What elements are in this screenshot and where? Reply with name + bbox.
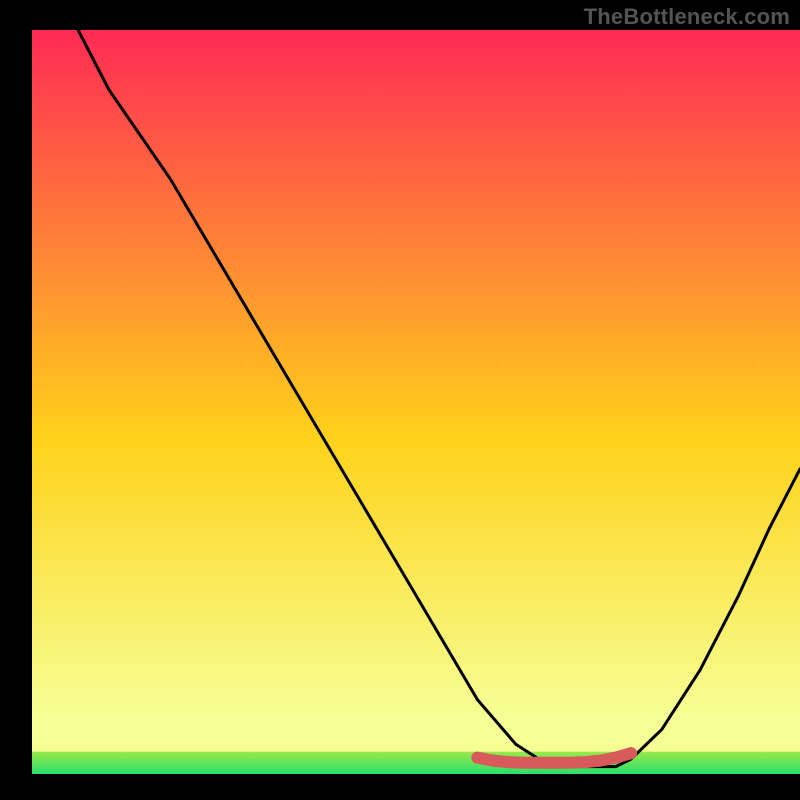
chart-stage: TheBottleneck.com (0, 0, 800, 800)
watermark-text: TheBottleneck.com (584, 4, 790, 30)
chart-canvas (0, 0, 800, 800)
